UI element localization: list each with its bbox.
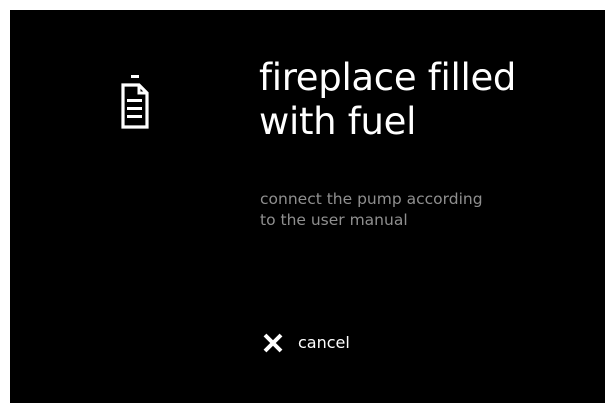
- dialog-title: fireplace filled with fuel: [259, 56, 579, 144]
- cancel-label: cancel: [298, 333, 350, 352]
- text-line: connect the pump according: [260, 190, 483, 208]
- close-icon: [263, 333, 283, 353]
- text-line: to the user manual: [260, 211, 408, 229]
- cancel-button[interactable]: cancel: [254, 325, 358, 361]
- fireplace-status-screen: fireplace filled with fuel connect the pu…: [10, 10, 605, 403]
- text-line: with fuel: [259, 100, 417, 143]
- text-line: fireplace filled: [259, 56, 517, 99]
- fuel-document-icon: [121, 75, 149, 129]
- dialog-message: connect the pump according to the user ma…: [260, 189, 580, 231]
